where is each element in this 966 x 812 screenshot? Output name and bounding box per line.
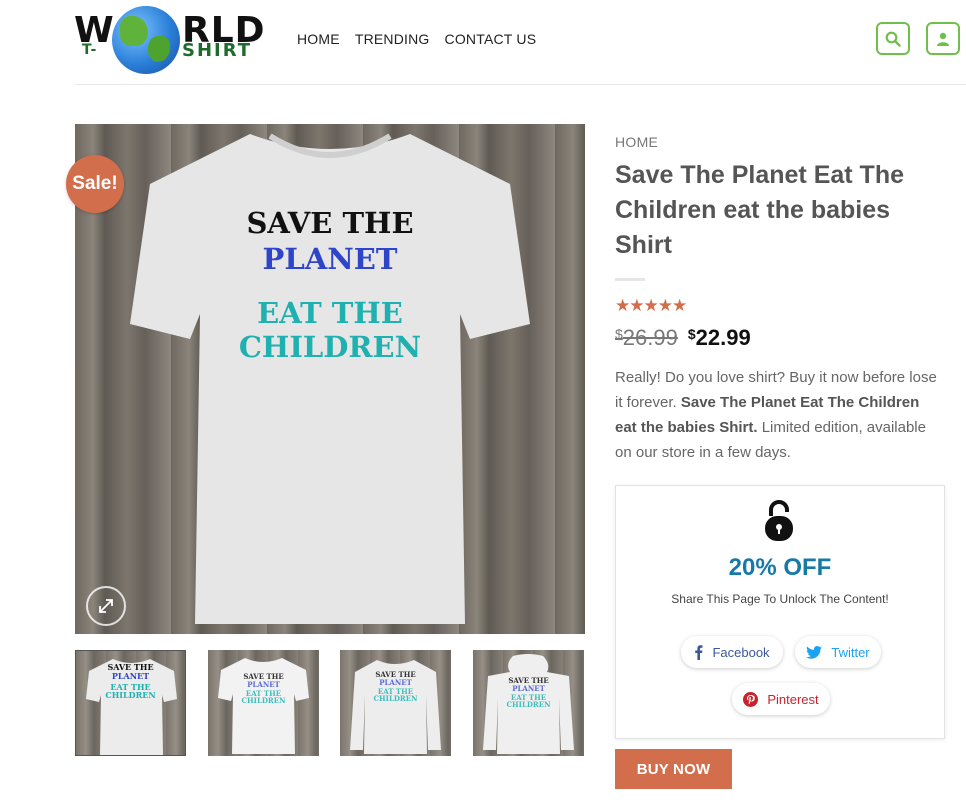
nav-contact-us[interactable]: CONTACT US bbox=[445, 31, 537, 47]
account-button[interactable] bbox=[926, 22, 960, 55]
pinterest-label: Pinterest bbox=[767, 691, 819, 707]
sale-price: $22.99 bbox=[687, 325, 751, 350]
shirt-text-line: EAT THE bbox=[257, 296, 403, 330]
shirt-text-line: SAVE THE bbox=[246, 206, 414, 240]
old-price: $26.99 bbox=[615, 325, 678, 350]
shirt-text-line: PLANET bbox=[262, 242, 398, 276]
thumb-text-line: CHILDREN bbox=[506, 700, 551, 709]
zoom-button[interactable] bbox=[86, 586, 126, 626]
price-block: $26.99 $22.99 bbox=[615, 325, 751, 351]
sale-badge: Sale! bbox=[66, 155, 124, 213]
buy-now-button[interactable]: BUY NOW bbox=[615, 749, 732, 789]
twitter-icon bbox=[806, 645, 823, 659]
thumb-text-line: PLANET bbox=[512, 684, 545, 693]
sweatshirt-thumbnail bbox=[350, 660, 441, 754]
nav-trending[interactable]: TRENDING bbox=[355, 31, 430, 47]
nav-home[interactable]: HOME bbox=[297, 31, 340, 47]
product-title: Save The Planet Eat The Children eat the… bbox=[615, 161, 904, 259]
thumbnail-3[interactable]: SAVE THE PLANET EAT THE CHILDREN bbox=[340, 650, 451, 756]
thumbnail-2[interactable]: SAVE THE PLANET EAT THE CHILDREN bbox=[208, 650, 319, 756]
unlock-instructions: Share This Page To Unlock The Content! bbox=[671, 592, 889, 606]
product-description: Really! Do you love shirt? Buy it now be… bbox=[615, 369, 937, 461]
thumb-text-line: PLANET bbox=[111, 671, 150, 681]
site-logo[interactable]: W RLD T- SHIRT bbox=[74, 4, 270, 76]
globe-icon bbox=[112, 6, 180, 74]
twitter-label: Twitter bbox=[831, 644, 870, 660]
share-pinterest-button[interactable]: Pinterest bbox=[732, 683, 830, 715]
rating-stars: ★★★★★ bbox=[615, 296, 687, 315]
user-icon bbox=[937, 32, 949, 46]
tshirt-image bbox=[130, 133, 530, 624]
discount-offer: 20% OFF bbox=[728, 554, 832, 581]
breadcrumb-home[interactable]: HOME bbox=[615, 134, 658, 150]
thumb-text-line: PLANET bbox=[379, 678, 412, 687]
product-main-image[interactable]: SAVE THE PLANET EAT THE CHILDREN bbox=[75, 124, 585, 634]
main-nav: HOME TRENDING CONTACT US bbox=[297, 31, 536, 47]
thumbnail-4[interactable]: SAVE THE PLANET EAT THE CHILDREN bbox=[473, 650, 584, 756]
search-button[interactable] bbox=[876, 22, 910, 55]
thumbnail-1[interactable]: SAVE THE PLANET EAT THE CHILDREN bbox=[75, 650, 186, 756]
share-twitter-button[interactable]: Twitter bbox=[795, 636, 881, 668]
shirt-text-line: CHILDREN bbox=[238, 330, 422, 364]
facebook-label: Facebook bbox=[712, 644, 770, 660]
thumbnail-strip: SAVE THE PLANET EAT THE CHILDREN SAVE TH… bbox=[75, 650, 585, 756]
share-unlock-box: 20% OFF Share This Page To Unlock The Co… bbox=[615, 485, 945, 739]
title-divider bbox=[615, 278, 645, 281]
thumb-text-line: PLANET bbox=[247, 680, 280, 689]
thumb-text-line: CHILDREN bbox=[373, 694, 418, 703]
share-facebook-button[interactable]: Facebook bbox=[681, 636, 783, 668]
header-divider bbox=[75, 84, 966, 85]
logo-sub-t: T- bbox=[82, 42, 98, 58]
lock-icon bbox=[765, 500, 793, 541]
logo-sub-shirt: SHIRT bbox=[182, 40, 253, 61]
pinterest-icon bbox=[743, 691, 759, 707]
site-header: W RLD T- SHIRT HOME TRENDING CONTACT US bbox=[0, 0, 966, 85]
facebook-icon bbox=[695, 644, 703, 660]
expand-icon bbox=[99, 599, 113, 613]
search-icon bbox=[885, 31, 901, 47]
thumb-text-line: CHILDREN bbox=[241, 696, 286, 705]
thumb-text-line: CHILDREN bbox=[105, 690, 156, 700]
